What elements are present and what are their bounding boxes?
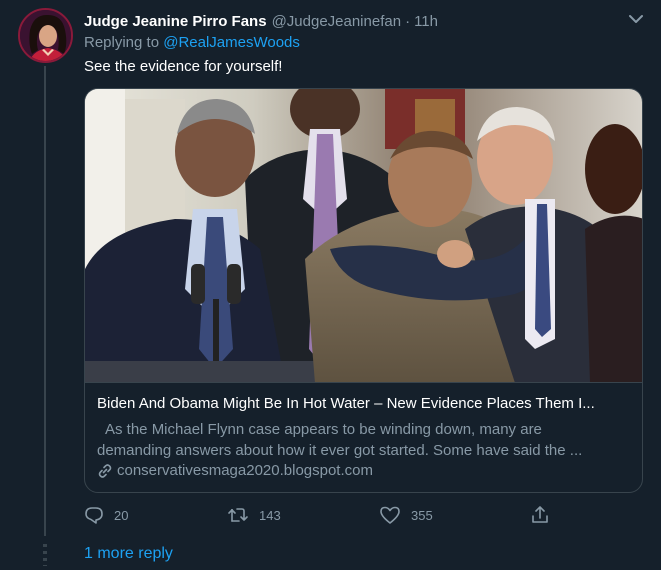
separator-dot: · xyxy=(405,12,411,30)
card-description-line: demanding answers about how it ever got … xyxy=(97,442,583,459)
thread-more-indicator xyxy=(43,544,47,566)
card-title[interactable]: Biden And Obama Might Be In Hot Water – … xyxy=(97,395,637,412)
avatar-image xyxy=(20,10,71,61)
chevron-down-icon xyxy=(629,15,643,23)
replying-to-label: Replying to xyxy=(84,34,160,51)
card-description-line: As the Michael Flynn case appears to be … xyxy=(105,421,542,438)
user-handle[interactable]: @JudgeJeaninefan xyxy=(272,13,402,30)
retweet-button[interactable]: 143 xyxy=(227,505,281,525)
display-name[interactable]: Judge Jeanine Pirro Fans xyxy=(84,13,267,30)
card-domain-text[interactable]: conservativesmaga2020.blogspot.com xyxy=(117,462,373,479)
card-photo xyxy=(85,89,642,382)
reply-icon xyxy=(85,507,103,524)
tweet-header: Judge Jeanine Pirro Fans @JudgeJeaninefa… xyxy=(84,10,641,32)
card-description: As the Michael Flynn case appears to be … xyxy=(97,419,637,461)
card-domain[interactable]: conservativesmaga2020.blogspot.com xyxy=(97,462,373,479)
show-more-replies-link[interactable]: 1 more reply xyxy=(84,545,173,563)
card-image[interactable] xyxy=(85,89,642,383)
timestamp[interactable]: 11h xyxy=(414,13,438,30)
retweet-count: 143 xyxy=(259,507,281,523)
replying-to-mention[interactable]: @RealJamesWoods xyxy=(163,34,300,51)
retweet-icon xyxy=(228,508,248,522)
thread-line xyxy=(44,66,46,536)
tweet-text: See the evidence for yourself! xyxy=(84,58,283,75)
tweet-actions: 20 143 355 xyxy=(84,505,564,529)
tweet[interactable]: Judge Jeanine Pirro Fans @JudgeJeaninefa… xyxy=(0,0,661,570)
like-button[interactable]: 355 xyxy=(379,505,433,525)
like-icon xyxy=(380,506,400,524)
share-icon xyxy=(532,506,548,523)
reply-button[interactable]: 20 xyxy=(84,505,128,525)
more-options-button[interactable] xyxy=(625,8,647,30)
avatar[interactable] xyxy=(18,8,73,63)
replying-to: Replying to @RealJamesWoods xyxy=(84,34,300,51)
reply-count: 20 xyxy=(114,507,129,523)
link-card[interactable]: Biden And Obama Might Be In Hot Water – … xyxy=(84,88,643,493)
link-icon xyxy=(98,463,112,478)
like-count: 355 xyxy=(411,507,433,523)
share-button[interactable] xyxy=(530,505,560,525)
